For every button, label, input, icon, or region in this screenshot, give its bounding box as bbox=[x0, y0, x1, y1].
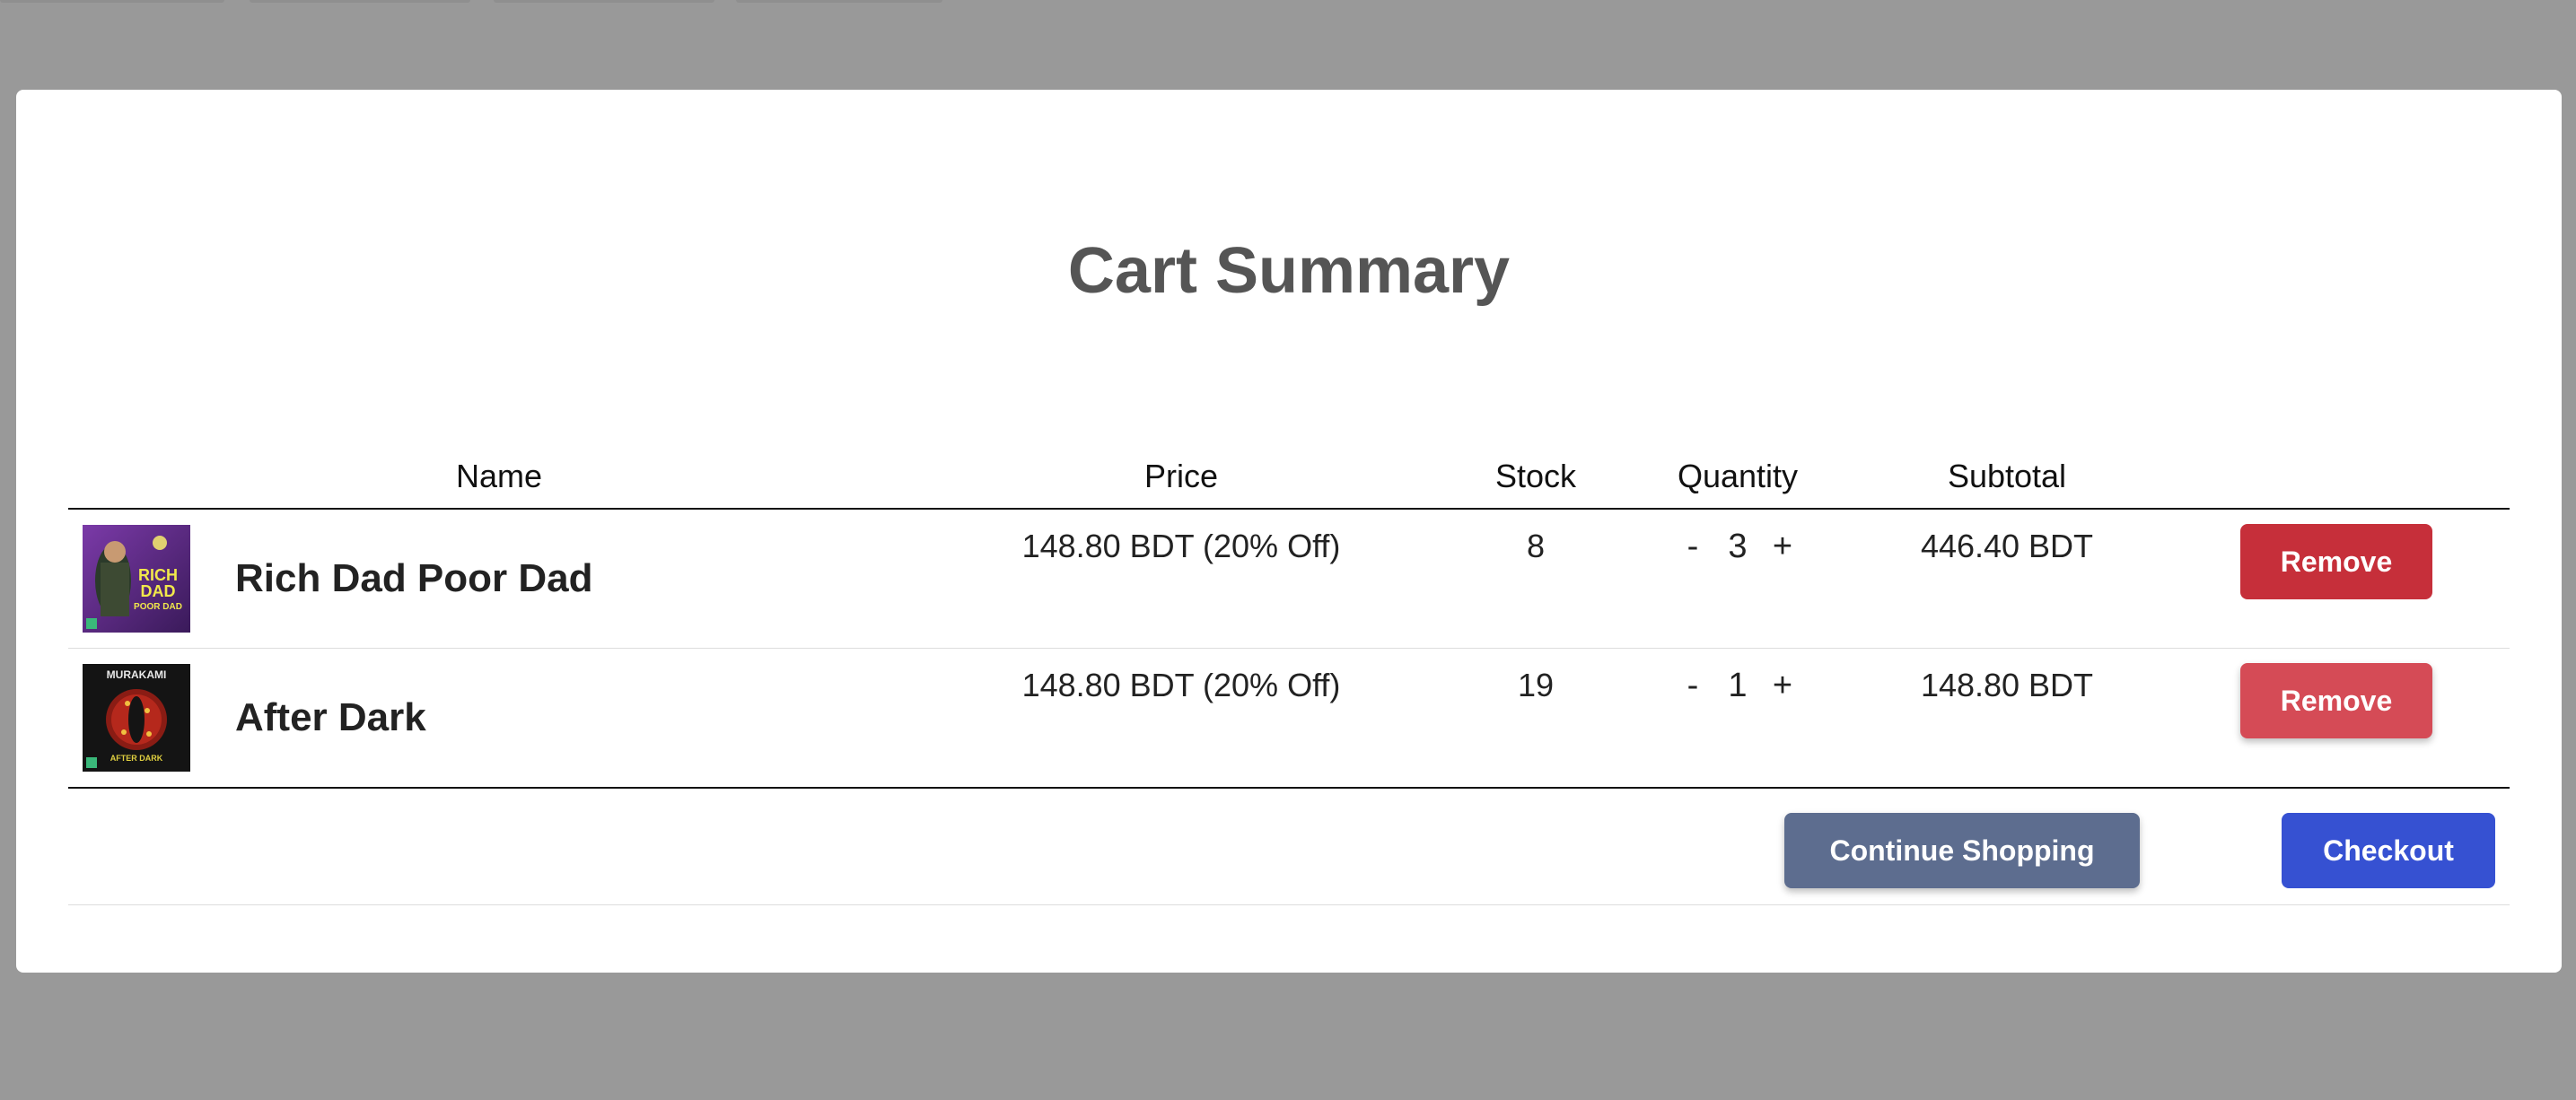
quantity-stepper: - 3 + bbox=[1639, 510, 1836, 566]
cell-stock: 19 bbox=[1433, 649, 1639, 789]
background-tab bbox=[250, 0, 470, 3]
cell-price: 148.80 BDT (20% Off) bbox=[930, 649, 1433, 789]
cell-action: Remove bbox=[2177, 509, 2510, 649]
cell-price: 148.80 BDT (20% Off) bbox=[930, 509, 1433, 649]
cell-action: Remove bbox=[2177, 649, 2510, 789]
quantity-increment-button[interactable]: + bbox=[1760, 528, 1805, 566]
cart-table: Name Price Stock Quantity Subtotal RICH … bbox=[68, 445, 2510, 789]
checkout-button[interactable]: Checkout bbox=[2282, 813, 2495, 888]
subtotal-text: 446.40 BDT bbox=[1920, 528, 2094, 564]
book-name[interactable]: After Dark bbox=[235, 695, 426, 740]
book-name[interactable]: Rich Dad Poor Dad bbox=[235, 556, 593, 601]
cover-title-line3: POOR DAD bbox=[134, 602, 182, 612]
background-tab bbox=[0, 0, 224, 3]
modal-title: Cart Summary bbox=[1067, 235, 1511, 307]
table-row: RICH DAD POOR DAD Rich Dad Poor Dad 148.… bbox=[68, 509, 2510, 649]
book-cover-rich-dad-icon: RICH DAD POOR DAD bbox=[83, 525, 190, 633]
cell-subtotal: 148.80 BDT bbox=[1836, 649, 2177, 789]
book-cover-after-dark-icon: MURAKAMI AFTER DARK bbox=[83, 664, 190, 772]
remove-button[interactable]: Remove bbox=[2240, 663, 2432, 738]
background-tab bbox=[494, 0, 714, 3]
quantity-decrement-button[interactable]: - bbox=[1670, 667, 1715, 705]
book-cover-image: RICH DAD POOR DAD bbox=[83, 525, 190, 633]
quantity-value: 1 bbox=[1728, 667, 1748, 704]
price-text: 148.80 BDT (20% Off) bbox=[1021, 667, 1341, 703]
cell-name: MURAKAMI AFTER DARK After Dark bbox=[68, 649, 930, 789]
cell-subtotal: 446.40 BDT bbox=[1836, 509, 2177, 649]
price-text: 148.80 BDT (20% Off) bbox=[1021, 528, 1341, 564]
quantity-value: 3 bbox=[1728, 528, 1748, 565]
cover-title-line2: DAD bbox=[141, 582, 176, 600]
quantity-stepper: - 1 + bbox=[1639, 649, 1836, 705]
cover-title: AFTER DARK bbox=[110, 754, 163, 763]
stock-text: 19 bbox=[1517, 667, 1555, 703]
remove-button[interactable]: Remove bbox=[2240, 524, 2432, 599]
quantity-increment-button[interactable]: + bbox=[1760, 667, 1805, 705]
continue-shopping-button[interactable]: Continue Shopping bbox=[1784, 813, 2140, 888]
background-tab-strip bbox=[0, 0, 951, 4]
background-tab bbox=[736, 0, 942, 3]
cover-author: MURAKAMI bbox=[107, 668, 167, 681]
header-subtotal: Subtotal bbox=[1947, 458, 2067, 494]
cart-summary-modal: Cart Summary Name Price Stock Quantity S… bbox=[16, 90, 2562, 973]
subtotal-text: 148.80 BDT bbox=[1920, 667, 2094, 703]
cell-quantity: - 1 + bbox=[1639, 649, 1836, 789]
header-action bbox=[2177, 445, 2510, 509]
cart-footer: Continue Shopping Checkout bbox=[68, 786, 2510, 905]
cell-name: RICH DAD POOR DAD Rich Dad Poor Dad bbox=[68, 509, 930, 649]
header-stock: Stock bbox=[1494, 458, 1577, 494]
table-row: MURAKAMI AFTER DARK After Dark 148.80 BD… bbox=[68, 649, 2510, 789]
header-name: Name bbox=[455, 458, 543, 494]
cover-title-line1: RICH bbox=[138, 566, 178, 584]
header-quantity: Quantity bbox=[1677, 458, 1799, 494]
book-cover-image: MURAKAMI AFTER DARK bbox=[83, 664, 190, 772]
cell-stock: 8 bbox=[1433, 509, 1639, 649]
cell-quantity: - 3 + bbox=[1639, 509, 1836, 649]
stock-text: 8 bbox=[1526, 528, 1546, 564]
quantity-decrement-button[interactable]: - bbox=[1670, 528, 1715, 566]
header-price: Price bbox=[1143, 458, 1219, 494]
table-header-row: Name Price Stock Quantity Subtotal bbox=[68, 445, 2510, 509]
